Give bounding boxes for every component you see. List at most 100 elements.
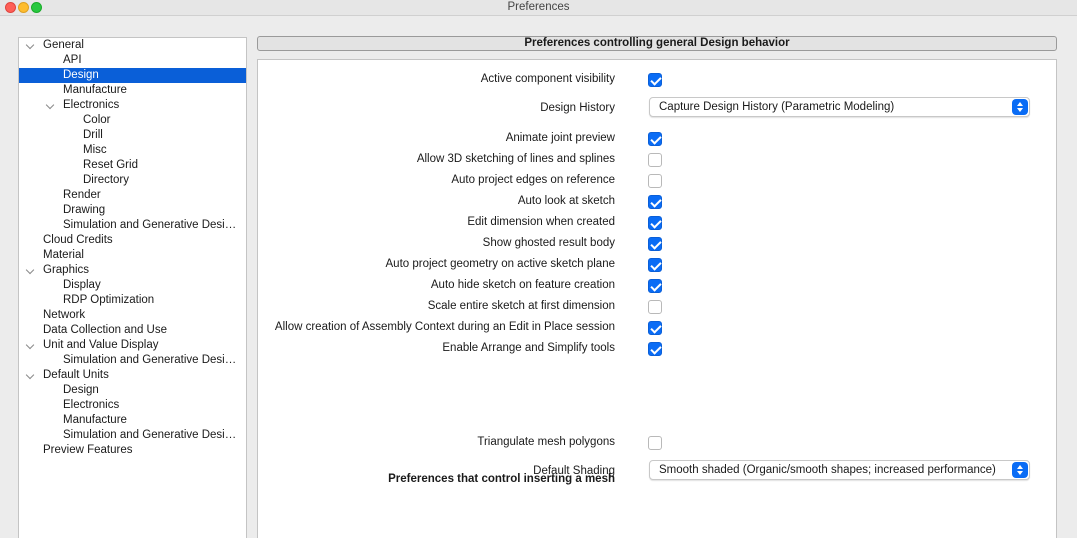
select-arrows-icon bbox=[1012, 462, 1028, 478]
option-label: Auto hide sketch on feature creation bbox=[430, 279, 615, 291]
tree-item[interactable]: Color bbox=[19, 113, 246, 128]
option-label: Active component visibility bbox=[480, 73, 615, 85]
option-label: Auto project geometry on active sketch p… bbox=[385, 258, 616, 270]
option-checkbox[interactable] bbox=[648, 342, 662, 356]
option-label: Auto project edges on reference bbox=[451, 174, 615, 186]
triangulate-mesh-checkbox[interactable] bbox=[648, 436, 662, 450]
tree-item-label: Display bbox=[63, 279, 101, 291]
option-label: Edit dimension when created bbox=[467, 216, 615, 228]
select-value: Smooth shaded (Organic/smooth shapes; in… bbox=[659, 464, 996, 476]
tree-item-label: Unit and Value Display bbox=[43, 339, 159, 351]
option-label: Enable Arrange and Simplify tools bbox=[442, 342, 615, 354]
option-checkbox[interactable] bbox=[648, 216, 662, 230]
preferences-tree[interactable]: General API Design Manufacture Electronics Co… bbox=[18, 37, 247, 538]
option-label: Show ghosted result body bbox=[482, 237, 615, 249]
tree-item-label: Reset Grid bbox=[83, 159, 138, 171]
tree-item-label: General bbox=[43, 39, 84, 51]
option-label: Allow creation of Assembly Context durin… bbox=[274, 321, 615, 333]
active-component-visibility-checkbox[interactable] bbox=[648, 73, 662, 87]
tree-item[interactable]: Simulation and Generative Desi… bbox=[19, 218, 246, 233]
chevron-down-icon[interactable] bbox=[25, 265, 35, 275]
chevron-down-icon[interactable] bbox=[45, 100, 55, 110]
tree-item-label: Graphics bbox=[43, 264, 90, 276]
tree-item[interactable]: Simulation and Generative Desi… bbox=[19, 428, 246, 443]
option-checkbox[interactable] bbox=[648, 258, 662, 272]
tree-item[interactable]: Simulation and Generative Desi… bbox=[19, 353, 246, 368]
tree-item-label: Electronics bbox=[63, 99, 120, 111]
tree-item-label: Data Collection and Use bbox=[43, 324, 168, 336]
tree-item-label: Default Units bbox=[43, 369, 109, 381]
tree-item-label: Cloud Credits bbox=[43, 234, 113, 246]
chevron-down-icon[interactable] bbox=[25, 40, 35, 50]
tree-item-label: API bbox=[63, 54, 82, 66]
chevron-down-icon[interactable] bbox=[25, 340, 35, 350]
tree-item[interactable]: Manufacture bbox=[19, 83, 246, 98]
tree-item[interactable]: Misc bbox=[19, 143, 246, 158]
tree-item[interactable]: Reset Grid bbox=[19, 158, 246, 173]
tree-item[interactable]: RDP Optimization bbox=[19, 293, 246, 308]
tree-item[interactable]: Electronics bbox=[19, 398, 246, 413]
option-checkbox[interactable] bbox=[648, 132, 662, 146]
tree-item[interactable]: Design bbox=[19, 68, 246, 83]
tree-item[interactable]: Cloud Credits bbox=[19, 233, 246, 248]
option-label: Scale entire sketch at first dimension bbox=[427, 300, 615, 312]
tree-item-label: Render bbox=[63, 189, 101, 201]
option-label: Animate joint preview bbox=[505, 132, 615, 144]
tree-item[interactable]: Unit and Value Display bbox=[19, 338, 246, 353]
tree-item[interactable]: Drawing bbox=[19, 203, 246, 218]
tree-item-label: Preview Features bbox=[43, 444, 133, 456]
tree-item-label: Drill bbox=[83, 129, 103, 141]
tree-item-label: RDP Optimization bbox=[63, 294, 155, 306]
tree-item-label: Network bbox=[43, 309, 86, 321]
tree-item[interactable]: Network bbox=[19, 308, 246, 323]
tree-item[interactable]: Material bbox=[19, 248, 246, 263]
tree-item-label: Drawing bbox=[63, 204, 106, 216]
tree-item[interactable]: Graphics bbox=[19, 263, 246, 278]
tree-item[interactable]: Drill bbox=[19, 128, 246, 143]
tree-item[interactable]: Default Units bbox=[19, 368, 246, 383]
tree-item-label: Design bbox=[63, 69, 99, 81]
default-shading-select[interactable]: Smooth shaded (Organic/smooth shapes; in… bbox=[649, 460, 1030, 480]
settings-panel: Active component visibility Design Histo… bbox=[257, 59, 1057, 538]
tree-item-label: Simulation and Generative Desi… bbox=[63, 354, 237, 366]
option-checkbox[interactable] bbox=[648, 174, 662, 188]
option-label: Auto look at sketch bbox=[517, 195, 615, 207]
tree-item[interactable]: Data Collection and Use bbox=[19, 323, 246, 338]
tree-item[interactable]: Display bbox=[19, 278, 246, 293]
option-checkbox[interactable] bbox=[648, 195, 662, 209]
tree-item-label: Simulation and Generative Desi… bbox=[63, 429, 237, 441]
tree-item-label: Directory bbox=[83, 174, 130, 186]
title-bar: Preferences bbox=[0, 0, 1077, 16]
tree-item[interactable]: Design bbox=[19, 383, 246, 398]
tree-item-label: Misc bbox=[83, 144, 107, 156]
option-checkbox[interactable] bbox=[648, 300, 662, 314]
tree-item[interactable]: Electronics bbox=[19, 98, 246, 113]
option-checkbox[interactable] bbox=[648, 153, 662, 167]
tree-item[interactable]: General bbox=[19, 38, 246, 53]
chevron-down-icon[interactable] bbox=[25, 370, 35, 380]
tree-item-label: Design bbox=[63, 384, 99, 396]
tree-item[interactable]: API bbox=[19, 53, 246, 68]
option-label: Allow 3D sketching of lines and splines bbox=[416, 153, 615, 165]
option-checkbox[interactable] bbox=[648, 321, 662, 335]
panel-header: Preferences controlling general Design b… bbox=[257, 36, 1057, 51]
tree-item[interactable]: Preview Features bbox=[19, 443, 246, 458]
option-checkbox[interactable] bbox=[648, 279, 662, 293]
tree-item[interactable]: Directory bbox=[19, 173, 246, 188]
option-checkbox[interactable] bbox=[648, 237, 662, 251]
design-history-select[interactable]: Capture Design History (Parametric Model… bbox=[649, 97, 1030, 117]
tree-item-label: Simulation and Generative Desi… bbox=[63, 219, 237, 231]
tree-item[interactable]: Manufacture bbox=[19, 413, 246, 428]
tree-item[interactable]: Render bbox=[19, 188, 246, 203]
window-title: Preferences bbox=[507, 1, 570, 13]
tree-item-label: Color bbox=[83, 114, 111, 126]
design-history-label: Design History bbox=[540, 102, 615, 114]
option-label: Triangulate mesh polygons bbox=[477, 436, 615, 448]
select-value: Capture Design History (Parametric Model… bbox=[659, 101, 895, 113]
tree-item-label: Material bbox=[43, 249, 84, 261]
tree-item-label: Manufacture bbox=[63, 414, 127, 426]
tree-item-label: Manufacture bbox=[63, 84, 127, 96]
default-shading-label: Default Shading bbox=[533, 465, 615, 477]
tree-item-label: Electronics bbox=[63, 399, 120, 411]
select-arrows-icon bbox=[1012, 99, 1028, 115]
